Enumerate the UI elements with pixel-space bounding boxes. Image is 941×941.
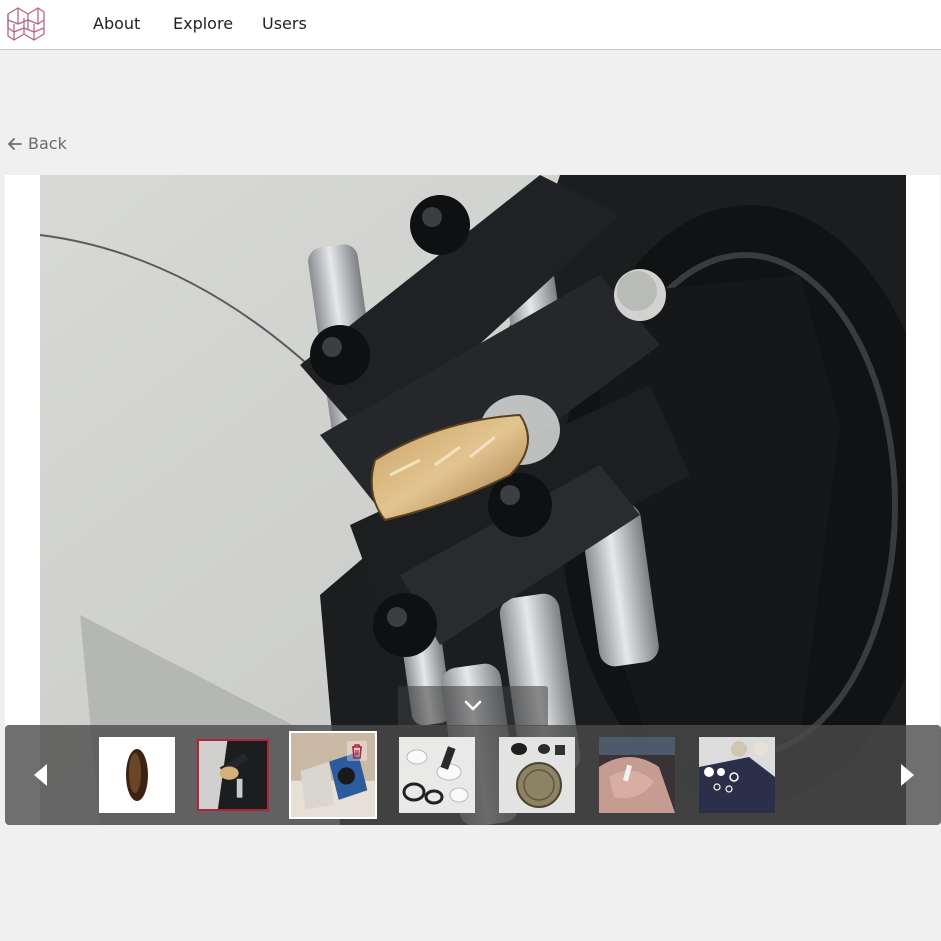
thumbnail-item-selected[interactable] <box>197 739 269 811</box>
delete-thumbnail-button[interactable] <box>347 741 367 761</box>
caret-left-icon[interactable] <box>29 762 53 788</box>
nav-link-explore[interactable]: Explore <box>173 0 233 48</box>
nav-link-about[interactable]: About <box>93 0 140 48</box>
nav-link-users[interactable]: Users <box>262 0 307 48</box>
top-navigation-bar: About Explore Users <box>0 0 941 50</box>
thumbnail-item[interactable] <box>99 737 175 813</box>
trash-icon <box>352 744 362 759</box>
back-label: Back <box>28 134 67 153</box>
back-button[interactable]: Back <box>6 132 67 156</box>
collapse-thumbnails-button[interactable] <box>398 686 548 726</box>
thumbnail-item[interactable] <box>599 737 675 813</box>
thumbnail-item[interactable] <box>499 737 575 813</box>
thumbnail-item[interactable] <box>399 737 475 813</box>
thumbnail-image <box>699 737 775 813</box>
caret-right-icon[interactable] <box>895 762 919 788</box>
thumbnail-image <box>499 737 575 813</box>
thumbnail-strip <box>5 725 941 825</box>
thumbnail-image <box>399 737 475 813</box>
thumbnail-image <box>599 737 675 813</box>
thumbnail-image <box>99 737 175 813</box>
arrow-left-icon <box>8 138 22 150</box>
thumbnail-image <box>199 741 267 809</box>
lattice-cube-logo-icon[interactable] <box>4 4 46 42</box>
thumbnail-item[interactable] <box>699 737 775 813</box>
chevron-down-icon <box>464 700 482 711</box>
thumbnail-item-hovered[interactable] <box>289 731 377 819</box>
